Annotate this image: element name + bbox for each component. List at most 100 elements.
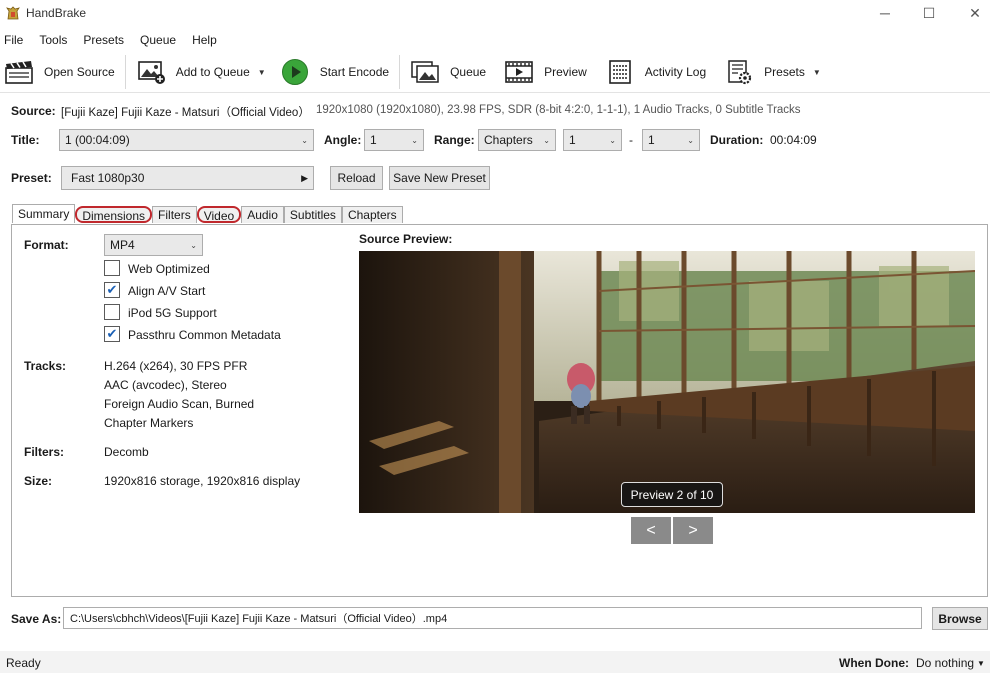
- presets-button[interactable]: Presets ▼: [720, 53, 825, 91]
- source-info: 1920x1080 (1920x1080), 23.98 FPS, SDR (8…: [316, 104, 801, 116]
- start-encode-button[interactable]: Start Encode: [276, 53, 393, 91]
- reload-button[interactable]: Reload: [330, 166, 383, 190]
- tab-audio[interactable]: Audio: [241, 206, 284, 223]
- preview-label: Preview: [544, 65, 587, 79]
- range-dash: -: [629, 133, 633, 147]
- range-start-value: 1: [569, 133, 576, 147]
- preset-label: Preset:: [11, 171, 52, 185]
- maximize-button[interactable]: ☐: [906, 0, 952, 26]
- close-button[interactable]: ✕: [952, 0, 990, 26]
- open-source-button[interactable]: Open Source: [0, 53, 119, 91]
- save-new-preset-button[interactable]: Save New Preset: [389, 166, 490, 190]
- title-bar: HandBrake ─ ☐ ✕: [0, 0, 990, 26]
- preset-selector[interactable]: Fast 1080p30 ▶: [61, 166, 314, 190]
- track-item: H.264 (x264), 30 FPS PFR: [104, 359, 248, 373]
- filters-value: Decomb: [104, 445, 149, 459]
- angle-label: Angle:: [324, 133, 362, 147]
- chevron-down-icon: ⌄: [687, 135, 694, 145]
- add-to-queue-button[interactable]: Add to Queue ▼: [132, 53, 270, 91]
- preview-button[interactable]: Preview: [500, 53, 591, 91]
- chevron-down-icon: ⌄: [301, 135, 308, 145]
- passthru-metadata-label: Passthru Common Metadata: [128, 328, 281, 342]
- tab-dimensions[interactable]: Dimensions: [75, 206, 153, 223]
- chevron-down-icon: ▼: [977, 658, 985, 668]
- range-end-select[interactable]: 1 ⌄: [642, 129, 700, 151]
- range-type-select[interactable]: Chapters ⌄: [478, 129, 556, 151]
- angle-select-value: 1: [370, 133, 377, 147]
- range-end-value: 1: [648, 133, 655, 147]
- activity-log-button[interactable]: Activity Log: [601, 53, 710, 91]
- source-label: Source:: [11, 104, 56, 118]
- tab-filters[interactable]: Filters: [152, 206, 197, 223]
- chevron-down-icon[interactable]: ▼: [813, 68, 821, 77]
- toolbar: Open Source Add to Queue ▼ Start Encode …: [0, 52, 990, 92]
- source-preview-image: [359, 251, 975, 513]
- chevron-down-icon: ⌄: [411, 135, 418, 145]
- chevron-down-icon: ⌄: [543, 135, 550, 145]
- next-preview-button[interactable]: >: [673, 517, 713, 544]
- range-label: Range:: [434, 133, 475, 147]
- preview-counter-badge: Preview 2 of 10: [621, 482, 723, 507]
- tab-bar: Summary Dimensions Filters Video Audio S…: [12, 204, 403, 224]
- film-strip-icon: [504, 59, 534, 85]
- queue-images-icon: [410, 59, 440, 85]
- format-select[interactable]: MP4 ⌄: [104, 234, 203, 256]
- track-item: Foreign Audio Scan, Burned: [104, 397, 255, 411]
- open-source-label: Open Source: [44, 65, 115, 79]
- menu-file[interactable]: File: [0, 30, 29, 50]
- queue-label: Queue: [450, 65, 487, 79]
- when-done-label: When Done:: [839, 656, 909, 670]
- tab-summary[interactable]: Summary: [12, 204, 76, 223]
- when-done-select[interactable]: Do nothing ▼: [916, 656, 985, 670]
- clapperboard-icon: [4, 59, 34, 85]
- format-value: MP4: [110, 238, 135, 252]
- chevron-down-icon[interactable]: ▼: [258, 68, 266, 77]
- title-select[interactable]: 1 (00:04:09) ⌄: [59, 129, 314, 151]
- track-item: AAC (avcodec), Stereo: [104, 378, 227, 392]
- menu-queue[interactable]: Queue: [136, 30, 182, 50]
- handbrake-logo-icon: [5, 5, 21, 21]
- web-optimized-checkbox[interactable]: [104, 260, 120, 276]
- duration-label: Duration:: [710, 133, 764, 147]
- previous-preview-button[interactable]: <: [631, 517, 671, 544]
- activity-log-label: Activity Log: [644, 65, 707, 79]
- minimize-button[interactable]: ─: [862, 0, 908, 26]
- duration-value: 00:04:09: [770, 133, 817, 147]
- queue-button[interactable]: Queue: [406, 53, 490, 91]
- angle-select[interactable]: 1 ⌄: [364, 129, 424, 151]
- add-to-queue-label: Add to Queue: [175, 65, 250, 79]
- title-select-value: 1 (00:04:09): [65, 133, 130, 147]
- menu-tools[interactable]: Tools: [35, 30, 73, 50]
- title-label: Title:: [11, 133, 40, 147]
- toolbar-divider: [0, 92, 990, 93]
- save-as-label: Save As:: [11, 612, 62, 626]
- toolbar-separator: [399, 55, 401, 89]
- menu-bar: File Tools Presets Queue Help: [0, 30, 229, 50]
- align-av-start-label: Align A/V Start: [128, 284, 206, 298]
- range-start-select[interactable]: 1 ⌄: [563, 129, 622, 151]
- start-encode-label: Start Encode: [319, 65, 390, 79]
- chevron-right-icon: ▶: [301, 172, 308, 183]
- format-label: Format:: [24, 238, 69, 252]
- tab-chapters[interactable]: Chapters: [341, 206, 403, 223]
- save-as-path-input[interactable]: C:\Users\cbhch\Videos\[Fujii Kaze] Fujii…: [63, 607, 922, 629]
- size-value: 1920x816 storage, 1920x816 display: [104, 474, 301, 488]
- ipod-5g-support-checkbox[interactable]: [104, 304, 120, 320]
- chevron-down-icon: ⌄: [190, 240, 197, 250]
- log-document-icon: [605, 59, 635, 85]
- window-title: HandBrake: [26, 6, 87, 20]
- checkmark-icon: ✔: [106, 282, 118, 297]
- tracks-label: Tracks:: [24, 359, 67, 373]
- add-image-icon: [136, 59, 166, 85]
- track-item: Chapter Markers: [104, 416, 194, 430]
- play-icon: [280, 59, 310, 85]
- browse-button[interactable]: Browse: [932, 607, 988, 630]
- size-label: Size:: [24, 474, 53, 488]
- tab-subtitles[interactable]: Subtitles: [283, 206, 342, 223]
- passthru-metadata-checkbox[interactable]: ✔: [104, 326, 120, 342]
- menu-presets[interactable]: Presets: [79, 30, 130, 50]
- menu-help[interactable]: Help: [188, 30, 223, 50]
- align-av-start-checkbox[interactable]: ✔: [104, 282, 120, 298]
- ipod-5g-support-label: iPod 5G Support: [128, 306, 217, 320]
- tab-video[interactable]: Video: [196, 206, 242, 223]
